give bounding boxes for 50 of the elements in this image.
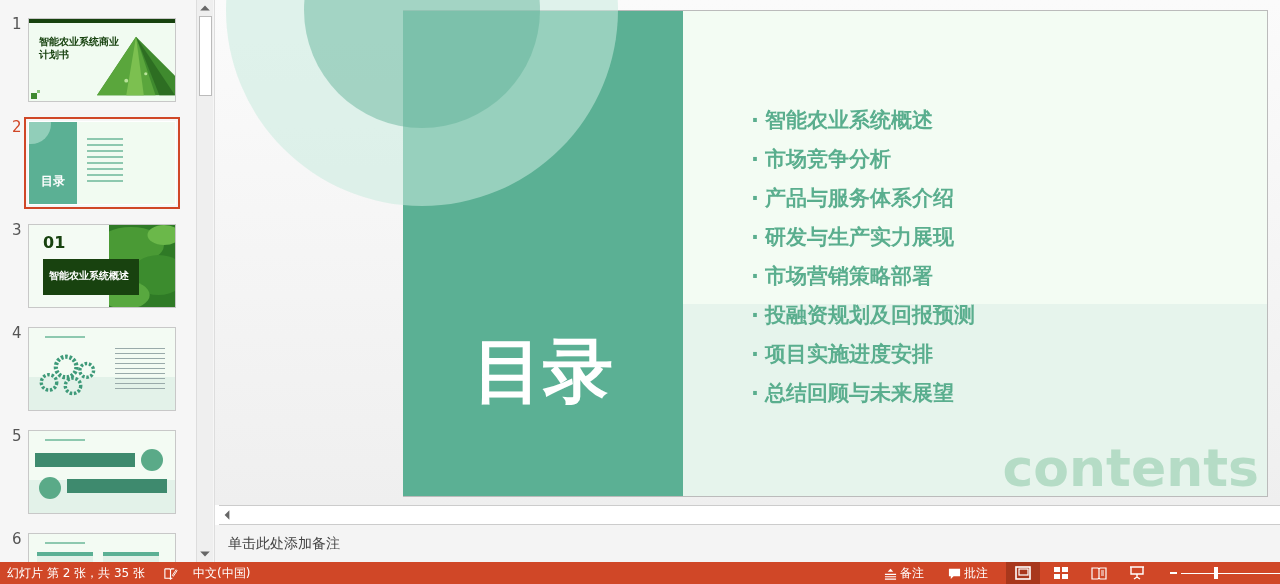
- bullet-mark: ·: [751, 147, 759, 171]
- slide-number: 6: [11, 533, 23, 547]
- normal-view-icon: [1015, 566, 1031, 580]
- slide-thumbnail[interactable]: [28, 430, 176, 514]
- vertical-scrollbar[interactable]: [196, 0, 213, 562]
- agenda-item: 项目实施进度安排: [765, 342, 933, 366]
- thumbnail-title: 智能农业系统商业计划书: [39, 35, 120, 61]
- agenda-item: 总结回顾与未来展望: [765, 381, 954, 405]
- slide-number: 5: [11, 430, 23, 444]
- bullet-mark: ·: [751, 303, 759, 327]
- comment-icon: [948, 566, 961, 580]
- thumbnail-title: 智能农业系统概述: [49, 270, 129, 281]
- agenda-item: 市场竞争分析: [765, 147, 891, 171]
- scrollbar-thumb[interactable]: [198, 16, 212, 96]
- grid-icon: [1053, 566, 1069, 580]
- normal-view-button[interactable]: [1006, 562, 1040, 584]
- comments-button[interactable]: 批注: [942, 562, 994, 584]
- slide-thumbnail[interactable]: 智能农业系统商业计划书: [28, 18, 176, 102]
- slide-number: 1: [11, 18, 23, 32]
- language-indicator[interactable]: 中文(中国): [193, 564, 251, 582]
- bullet-mark: ·: [751, 381, 759, 405]
- agenda-item: 研发与生产实力展现: [765, 225, 954, 249]
- agenda-item: 投融资规划及回报预测: [765, 303, 975, 327]
- slide-thumbnail[interactable]: 01 智能农业系统概述: [28, 224, 176, 308]
- notes-icon: [884, 566, 897, 580]
- projector-screen-icon: [1129, 566, 1145, 580]
- bullet-mark: ·: [751, 264, 759, 288]
- bullet-mark: ·: [751, 342, 759, 366]
- square-marks: [31, 87, 43, 99]
- agenda-item: 市场营销策略部署: [765, 264, 933, 288]
- agenda-item: 智能农业系统概述: [765, 108, 933, 132]
- zoom-slider[interactable]: [1181, 566, 1280, 580]
- bullet-mark: ·: [751, 186, 759, 210]
- notes-field[interactable]: 单击此处添加备注: [215, 525, 1280, 562]
- horizontal-scrollbar[interactable]: [219, 505, 1280, 525]
- slide-count: 幻灯片 第 2 张，共 35 张: [7, 564, 145, 582]
- slide-number: 3: [11, 224, 23, 238]
- proofing-icon[interactable]: [163, 565, 178, 581]
- notes-button[interactable]: 备注: [878, 562, 930, 584]
- slide-number: 2: [11, 121, 23, 135]
- agenda-item: 产品与服务体系介绍: [765, 186, 954, 210]
- slide-title: 目录: [473, 329, 613, 413]
- thumbnail-title: 目录: [41, 173, 65, 190]
- slide-number: 4: [11, 327, 23, 341]
- book-icon: [1091, 566, 1107, 580]
- thumbnail-number: 01: [43, 233, 66, 252]
- slide-thumbnail[interactable]: [28, 327, 176, 411]
- bullet-mark: ·: [751, 225, 759, 249]
- bullet-mark: ·: [751, 108, 759, 132]
- scroll-left-icon[interactable]: [222, 509, 232, 521]
